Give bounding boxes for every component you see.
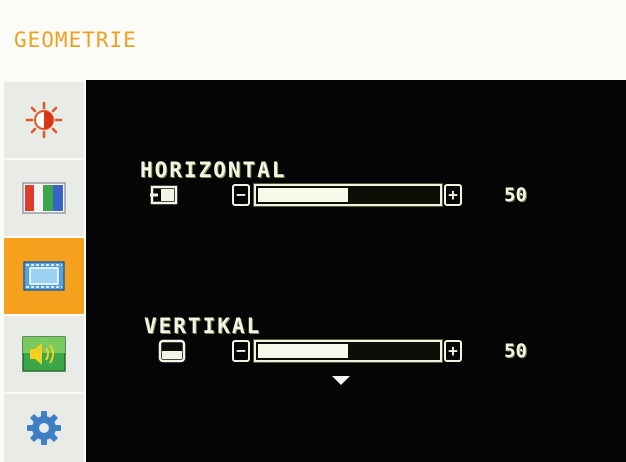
scroll-down-icon[interactable] (332, 376, 350, 385)
horizontal-increase-button[interactable]: + (444, 184, 462, 206)
vertical-slider[interactable]: − + (232, 340, 472, 362)
sidebar-item-audio[interactable] (4, 316, 84, 392)
vertical-decrease-button[interactable]: − (232, 340, 250, 362)
sidebar-item-settings[interactable] (4, 394, 84, 462)
horizontal-level-fill (258, 188, 348, 202)
gear-icon (25, 409, 63, 447)
vertical-track[interactable] (254, 340, 442, 362)
geometry-icon (22, 258, 66, 294)
sidebar (0, 80, 84, 462)
color-bars-icon (22, 182, 66, 214)
sidebar-item-brightness[interactable] (4, 82, 84, 158)
menu-title: GEOMETRIE (14, 28, 137, 52)
horizontal-track[interactable] (254, 184, 442, 206)
horizontal-position-icon (150, 184, 178, 210)
settings-panel: HORIZONTAL − + 50 VERTIKAL − + 50 (86, 80, 626, 462)
vertical-position-icon (158, 339, 186, 367)
horizontal-value: 50 (504, 184, 527, 206)
vertical-value: 50 (504, 340, 527, 362)
brightness-icon (24, 100, 64, 140)
title-bar: GEOMETRIE (0, 0, 626, 78)
vertical-label: VERTIKAL (144, 314, 262, 338)
osd-menu: GEOMETRIE HORIZONTAL − + 50 VERTIKAL − +… (0, 0, 626, 462)
sidebar-item-color[interactable] (4, 160, 84, 236)
horizontal-slider[interactable]: − + (232, 184, 472, 206)
audio-icon (22, 336, 66, 372)
vertical-increase-button[interactable]: + (444, 340, 462, 362)
vertical-level-fill (258, 344, 348, 358)
sidebar-item-geometry[interactable] (4, 238, 84, 314)
horizontal-label: HORIZONTAL (140, 158, 287, 182)
horizontal-decrease-button[interactable]: − (232, 184, 250, 206)
